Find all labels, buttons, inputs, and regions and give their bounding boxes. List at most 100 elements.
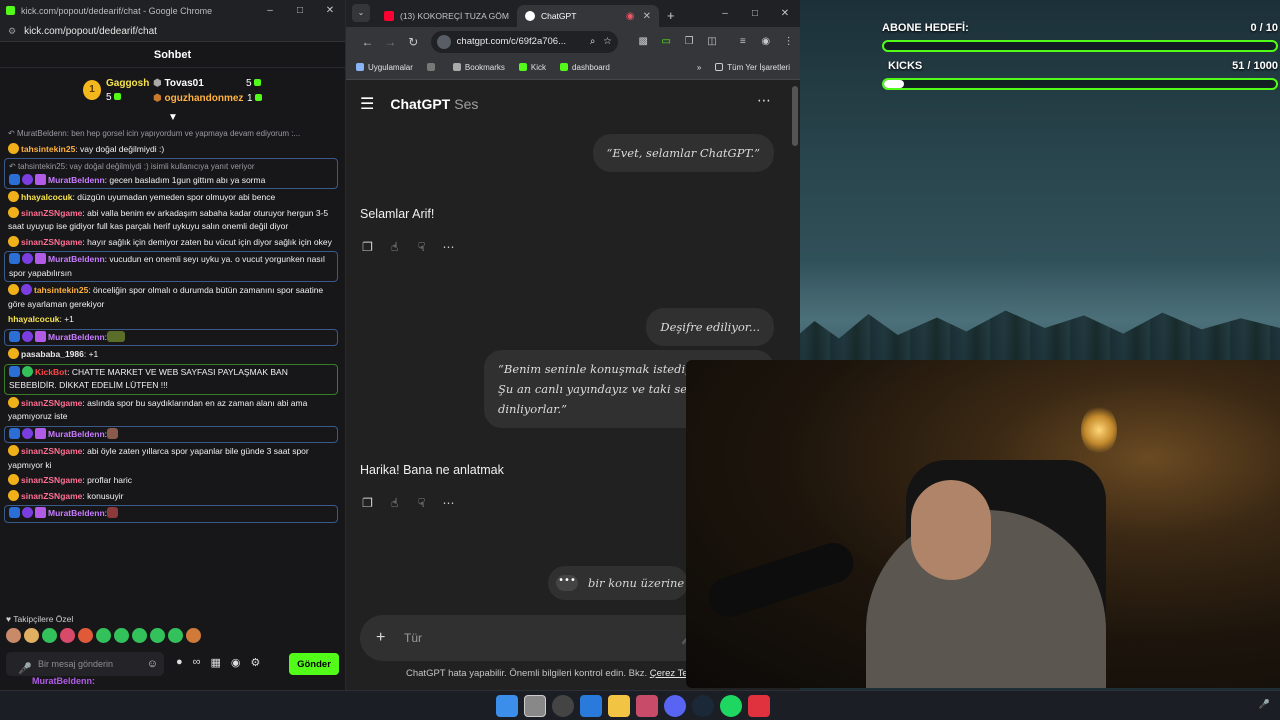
chat-username[interactable]: hhayalcocuk — [8, 314, 60, 324]
chat-username[interactable]: KickBot — [35, 367, 67, 377]
windows-start-icon[interactable] — [496, 695, 518, 717]
scrollbar[interactable] — [792, 86, 798, 146]
emote-icon[interactable] — [24, 628, 39, 643]
leader-3-name[interactable]: ⬢ oguzhandonmez — [153, 93, 243, 104]
chat-username[interactable]: MuratBeldenn — [48, 332, 105, 342]
chat-username[interactable]: sinanZSNgame — [21, 491, 82, 501]
kick-favicon-icon — [6, 6, 15, 15]
minimize-icon[interactable]: – — [710, 8, 740, 19]
thumbs-up-icon[interactable]: ☝ — [387, 496, 402, 510]
site-info-icon[interactable]: ⚙ — [8, 26, 16, 37]
expand-pinned-icon[interactable]: ▼ — [168, 112, 178, 123]
forward-icon[interactable]: → — [379, 35, 402, 49]
microphone-tray-icon[interactable]: 🎤 — [1259, 699, 1270, 709]
more-icon[interactable]: ⋯ — [441, 496, 456, 510]
menu-kebab-icon[interactable]: ⋮ — [777, 36, 800, 47]
tab-chatgpt[interactable]: ChatGPT ◉ ✕ — [516, 5, 659, 27]
chat-username[interactable]: hhayalcocuk — [21, 192, 73, 202]
extensions-puzzle-icon[interactable]: ◫ — [701, 36, 724, 47]
extension-icon[interactable]: ▩ — [632, 36, 655, 47]
emote-icon[interactable] — [114, 628, 129, 643]
discord-icon[interactable] — [664, 695, 686, 717]
reading-list-icon[interactable]: ≡ — [731, 36, 754, 47]
chat-bubble-icon[interactable]: ◉ — [231, 656, 241, 669]
bookmark-item[interactable]: dashboard — [560, 63, 610, 72]
chat-username[interactable]: MuratBeldenn — [48, 175, 105, 185]
bookmark-item[interactable]: Kick — [518, 63, 546, 72]
bookmark-item[interactable]: Tüm Yer İşaretleri — [715, 63, 790, 72]
maximize-icon[interactable]: □ — [740, 8, 770, 19]
tab-close-icon[interactable]: ✕ — [643, 11, 651, 22]
thumbs-down-icon[interactable]: ☟ — [414, 496, 429, 510]
leader-1-name[interactable]: Gaggosh — [106, 78, 149, 89]
chat-username[interactable]: pasababa_1986 — [21, 349, 84, 359]
emote-icon[interactable] — [6, 628, 21, 643]
tab-search-icon[interactable]: ⌄ — [352, 4, 370, 22]
site-info-icon[interactable] — [436, 34, 451, 49]
chrome-icon[interactable] — [524, 695, 546, 717]
emote-icon[interactable] — [150, 628, 165, 643]
gift-badge-icon — [35, 253, 46, 264]
bookmark-star-icon[interactable]: ☆ — [603, 36, 612, 47]
copy-icon[interactable]: ❐ — [360, 240, 375, 254]
chat-username[interactable]: MuratBeldenn — [48, 254, 105, 264]
store-icon[interactable] — [580, 695, 602, 717]
chat-username[interactable]: sinanZSNgame — [21, 446, 82, 456]
chat-message-input[interactable]: 🎤 Bir mesaj gönderin ☺ — [6, 652, 164, 676]
new-tab-icon[interactable]: + — [667, 8, 675, 23]
chat-username[interactable]: sinanZSNgame — [21, 208, 82, 218]
emote-icon[interactable] — [168, 628, 183, 643]
microphone-icon[interactable]: 🎤 — [18, 657, 32, 681]
leader-2-name[interactable]: ⬢ Tovas01 — [153, 78, 204, 89]
emote-icon[interactable] — [186, 628, 201, 643]
thumbs-down-icon[interactable]: ☟ — [414, 240, 429, 254]
maximize-icon[interactable]: □ — [285, 5, 315, 16]
minimize-icon[interactable]: – — [255, 5, 285, 16]
thumbs-up-icon[interactable]: ☝ — [387, 240, 402, 254]
attach-plus-icon[interactable]: + — [376, 615, 385, 661]
chat-username[interactable]: MuratBeldenn — [48, 508, 105, 518]
bookmark-item[interactable] — [426, 63, 439, 72]
bookmark-item[interactable]: Uygulamalar — [356, 63, 413, 72]
steam-icon[interactable] — [692, 695, 714, 717]
infinity-icon[interactable]: ∞ — [193, 656, 201, 669]
chat-username[interactable]: sinanZSNgame — [21, 475, 82, 485]
file-explorer-icon[interactable] — [608, 695, 630, 717]
obs-icon[interactable] — [552, 695, 574, 717]
chat-username[interactable]: sinanZSNgame — [21, 237, 82, 247]
store-icon[interactable]: ▦ — [211, 656, 221, 669]
sidebar-menu-icon[interactable]: ☰ — [360, 94, 374, 114]
address-bar[interactable]: chatgpt.com/c/69f2a706... ⌕ ☆ — [430, 30, 618, 53]
emoji-icon[interactable]: ☺ — [147, 652, 158, 676]
send-button[interactable]: Gönder — [289, 653, 339, 675]
spotify-icon[interactable] — [720, 695, 742, 717]
copy-icon[interactable]: ❐ — [360, 496, 375, 510]
emote-icon[interactable] — [96, 628, 111, 643]
back-icon[interactable]: ← — [356, 35, 379, 49]
chat-username[interactable]: tahsintekin25 — [21, 144, 75, 154]
chat-username[interactable]: sinanZSNgame — [21, 398, 82, 408]
emote-icon[interactable] — [60, 628, 75, 643]
bookmark-item[interactable]: Bookmarks — [452, 63, 505, 72]
app-icon[interactable] — [636, 695, 658, 717]
more-icon[interactable]: ⋯ — [441, 240, 456, 254]
chat-address-bar[interactable]: ⚙ kick.com/popout/dedearif/chat — [0, 21, 345, 42]
reload-icon[interactable]: ↻ — [402, 35, 425, 49]
extension-icon[interactable]: ❐ — [678, 36, 701, 47]
chat-username[interactable]: MuratBeldenn — [48, 429, 105, 439]
settings-icon[interactable]: ⚙ — [251, 656, 261, 669]
emote-icon[interactable] — [132, 628, 147, 643]
profile-avatar-icon[interactable]: ◉ — [754, 36, 777, 47]
emote-icon[interactable] — [78, 628, 93, 643]
lightning-app-icon[interactable] — [748, 695, 770, 717]
more-bookmarks-icon[interactable]: » — [697, 63, 701, 72]
users-icon[interactable]: ● — [176, 656, 183, 669]
close-icon[interactable]: ✕ — [770, 8, 800, 19]
emote-icon[interactable] — [42, 628, 57, 643]
zoom-icon[interactable]: ⌕ — [590, 36, 595, 47]
extension-icon[interactable]: ▭ — [655, 36, 678, 47]
close-icon[interactable]: ✕ — [315, 5, 345, 16]
tab-youtube[interactable]: (13) KOKOREÇİ TUZA GÖM — [376, 5, 517, 27]
more-options-icon[interactable]: ⋯ — [757, 92, 772, 109]
chat-username[interactable]: tahsintekin25 — [34, 285, 88, 295]
